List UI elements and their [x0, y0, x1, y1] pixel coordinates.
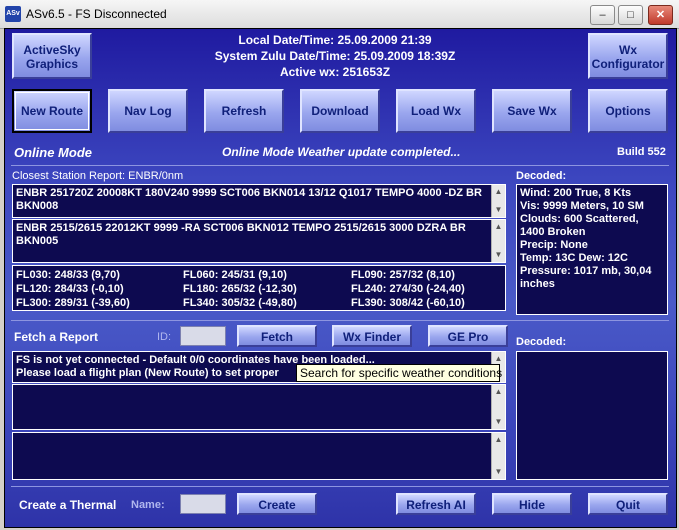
scroll-down-icon[interactable]: ▼ — [492, 465, 505, 479]
scroll-up-icon[interactable]: ▲ — [492, 185, 505, 199]
build-number: Build 552 — [617, 146, 666, 158]
wind-fl300: FL300: 289/31 (-39,60) — [16, 297, 130, 309]
wx-configurator-label-2: Configurator — [591, 57, 665, 71]
scroll-up-icon[interactable]: ▲ — [492, 385, 505, 399]
new-route-button[interactable]: New Route — [12, 89, 92, 133]
download-button[interactable]: Download — [300, 89, 380, 133]
decoded-label: Decoded: — [516, 170, 567, 182]
decoded-line: inches — [520, 278, 555, 290]
decoded-line: Precip: None — [520, 239, 588, 251]
winds-aloft-box: FL030: 248/33 (9,70) FL060: 245/31 (9,10… — [12, 265, 506, 311]
create-thermal-label: Create a Thermal — [19, 498, 117, 512]
scroll-down-icon[interactable]: ▼ — [492, 248, 505, 262]
fetch-taf-box[interactable]: ▲ ▼ — [12, 384, 506, 430]
station-id-input[interactable] — [180, 326, 226, 346]
save-wx-button[interactable]: Save Wx — [492, 89, 572, 133]
wx-configurator-label-1: Wx — [619, 43, 637, 57]
divider — [11, 165, 669, 166]
decoded-line: Clouds: 600 Scattered, — [520, 213, 639, 225]
fetch-winds-scrollbar[interactable]: ▲ ▼ — [491, 433, 505, 479]
fetch-decoded-box — [516, 351, 668, 480]
name-label: Name: — [131, 499, 165, 511]
wx-finder-tooltip: Search for specific weather conditions — [296, 364, 502, 382]
refresh-ai-button[interactable]: Refresh AI — [396, 493, 476, 515]
local-time: Local Date/Time: 25.09.2009 21:39 — [238, 33, 432, 47]
quit-button[interactable]: Quit — [588, 493, 668, 515]
window-title: ASv6.5 - FS Disconnected — [26, 7, 167, 21]
id-label: ID: — [157, 331, 172, 343]
title-bar[interactable]: ASv ASv6.5 - FS Disconnected – □ ✕ — [0, 0, 679, 29]
decoded-line: Wind: 200 True, 8 Kts — [520, 187, 632, 199]
refresh-button[interactable]: Refresh — [204, 89, 284, 133]
station-report-label: Closest Station Report: ENBR/0nm — [12, 170, 184, 182]
activesky-graphics-button[interactable]: ActiveSky Graphics — [12, 33, 92, 79]
main-panel: ActiveSky Graphics Wx Configurator Local… — [4, 28, 677, 528]
decoded-box: Wind: 200 True, 8 Kts Vis: 9999 Meters, … — [516, 184, 668, 315]
wind-fl090: FL090: 257/32 (8,10) — [351, 269, 455, 281]
wind-fl180: FL180: 265/32 (-12,30) — [183, 283, 297, 295]
wind-fl240: FL240: 274/30 (-24,40) — [351, 283, 465, 295]
activesky-graphics-label-1: ActiveSky — [23, 43, 81, 57]
minimize-button[interactable]: – — [590, 5, 615, 25]
divider — [11, 320, 669, 321]
decoded-line: Pressure: 1017 mb, 30,04 — [520, 265, 652, 277]
activesky-graphics-label-2: Graphics — [25, 57, 79, 71]
fetch-taf-scrollbar[interactable]: ▲ ▼ — [491, 385, 505, 429]
decoded-line: Vis: 9999 Meters, 10 SM — [520, 200, 644, 212]
create-button[interactable]: Create — [237, 493, 317, 515]
scroll-up-icon[interactable]: ▲ — [492, 433, 505, 447]
taf-text: ENBR 2515/2615 22012KT 9999 -RA SCT006 B… — [16, 222, 466, 247]
app-window: ASv ASv6.5 - FS Disconnected – □ ✕ Activ… — [0, 0, 679, 530]
status-message: Online Mode Weather update completed... — [222, 145, 461, 159]
taf-scrollbar[interactable]: ▲ ▼ — [491, 220, 505, 262]
fetch-decoded-label: Decoded: — [516, 336, 567, 348]
ge-pro-button[interactable]: GE Pro — [428, 325, 508, 347]
app-icon[interactable]: ASv — [5, 6, 21, 22]
wx-finder-button[interactable]: Wx Finder — [332, 325, 412, 347]
scroll-down-icon[interactable]: ▼ — [492, 415, 505, 429]
metar-box[interactable]: ENBR 251720Z 20008KT 180V240 9999 SCT006… — [12, 184, 506, 218]
metar-scrollbar[interactable]: ▲ ▼ — [491, 185, 505, 217]
scroll-up-icon[interactable]: ▲ — [492, 220, 505, 234]
taf-box[interactable]: ENBR 2515/2615 22012KT 9999 -RA SCT006 B… — [12, 219, 506, 263]
mode-indicator: Online Mode — [14, 145, 92, 160]
maximize-button[interactable]: □ — [618, 5, 643, 25]
zulu-time: System Zulu Date/Time: 25.09.2009 18:39Z — [214, 49, 456, 63]
close-button[interactable]: ✕ — [648, 5, 673, 25]
fetch-button[interactable]: Fetch — [237, 325, 317, 347]
metar-text: ENBR 251720Z 20008KT 180V240 9999 SCT006… — [16, 187, 482, 212]
wind-fl120: FL120: 284/33 (-0,10) — [16, 283, 124, 295]
fetch-report-label: Fetch a Report — [14, 330, 99, 344]
options-button[interactable]: Options — [588, 89, 668, 133]
nav-log-button[interactable]: Nav Log — [108, 89, 188, 133]
active-wx: Active wx: 251653Z — [279, 65, 391, 79]
wind-fl390: FL390: 308/42 (-60,10) — [351, 297, 465, 309]
divider — [11, 486, 669, 487]
decoded-text: Wind: 200 True, 8 Kts Vis: 9999 Meters, … — [520, 187, 651, 291]
fetch-winds-box[interactable]: ▲ ▼ — [12, 432, 506, 480]
hide-button[interactable]: Hide — [492, 493, 572, 515]
wind-fl060: FL060: 245/31 (9,10) — [183, 269, 287, 281]
decoded-line: Temp: 13C Dew: 12C — [520, 252, 628, 264]
thermal-name-input[interactable] — [180, 494, 226, 514]
wind-fl030: FL030: 248/33 (9,70) — [16, 269, 120, 281]
scroll-down-icon[interactable]: ▼ — [492, 203, 505, 217]
wind-fl340: FL340: 305/32 (-49,80) — [183, 297, 297, 309]
load-wx-button[interactable]: Load Wx — [396, 89, 476, 133]
decoded-line: 1400 Broken — [520, 226, 586, 238]
wx-configurator-button[interactable]: Wx Configurator — [588, 33, 668, 79]
